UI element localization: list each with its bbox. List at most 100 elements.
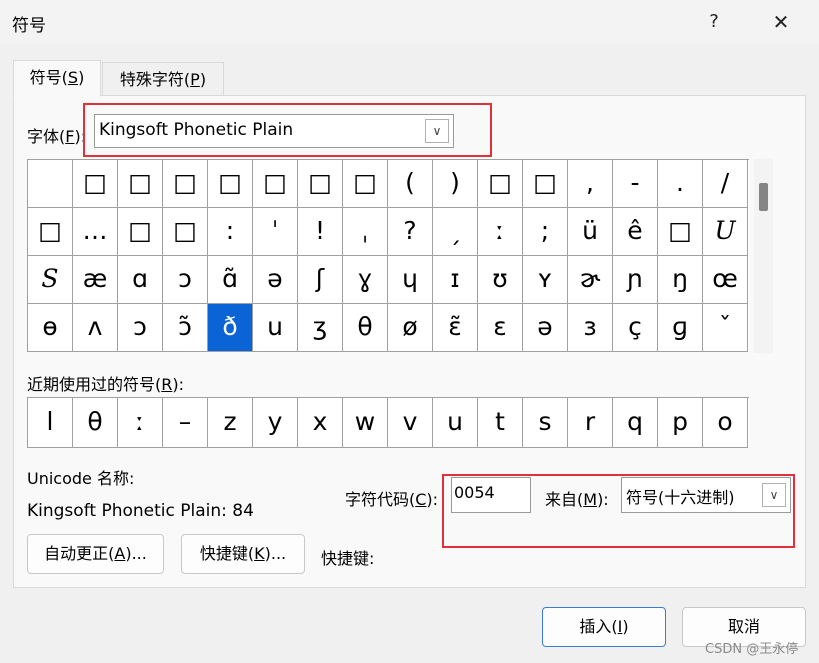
symbol-cell[interactable]: ! (298, 208, 343, 256)
recent-symbol-cell[interactable]: r (568, 398, 613, 448)
symbol-cell[interactable]: ɑ (118, 256, 163, 304)
autocorrect-button[interactable]: 自动更正(A)... (27, 534, 164, 574)
chevron-down-icon[interactable]: ∨ (425, 119, 449, 143)
symbol-cell[interactable]: ɪ (433, 256, 478, 304)
symbol-cell[interactable]: ɵ (28, 304, 73, 352)
symbol-cell[interactable]: ø (388, 304, 433, 352)
symbol-cell[interactable] (28, 160, 73, 208)
symbol-cell[interactable]: ə (523, 304, 568, 352)
symbol-cell[interactable]: , (568, 160, 613, 208)
symbol-cell[interactable]: θ (343, 304, 388, 352)
symbol-cell[interactable]: . (658, 160, 703, 208)
recent-symbol-cell[interactable]: – (163, 398, 208, 448)
chevron-down-icon[interactable]: ∨ (762, 483, 786, 507)
symbol-cell[interactable]: □ (163, 160, 208, 208)
symbol-cell[interactable]: ɛ (478, 304, 523, 352)
symbol-cell[interactable]: ɣ (343, 256, 388, 304)
symbol-cell[interactable]: œ (703, 256, 748, 304)
symbol-cell[interactable]: ɔ (118, 304, 163, 352)
symbol-cell[interactable]: □ (118, 208, 163, 256)
symbol-cell[interactable]: ð (208, 304, 253, 352)
recent-symbol-cell[interactable]: v (388, 398, 433, 448)
insert-button[interactable]: 插入(I) (542, 607, 666, 647)
symbol-cell[interactable]: □ (118, 160, 163, 208)
watermark: CSDN @王永停 (705, 642, 799, 657)
shortcut-key-button[interactable]: 快捷键(K)... (181, 534, 305, 574)
recent-symbol-cell[interactable]: w (343, 398, 388, 448)
symbol-grid-scrollbar[interactable] (754, 159, 773, 353)
symbol-cell[interactable]: ɔ (163, 256, 208, 304)
symbol-cell[interactable]: S (28, 256, 73, 304)
symbol-cell[interactable]: ʊ (478, 256, 523, 304)
symbol-cell[interactable]: ɑ̃ (208, 256, 253, 304)
recent-symbol-cell[interactable]: ː (118, 398, 163, 448)
symbol-cell[interactable]: æ (73, 256, 118, 304)
close-icon[interactable]: ✕ (766, 8, 796, 36)
symbol-cell[interactable]: □ (658, 208, 703, 256)
symbol-cell[interactable]: ˌ (343, 208, 388, 256)
recent-symbol-cell[interactable]: θ (73, 398, 118, 448)
symbol-cell[interactable]: ? (388, 208, 433, 256)
symbol-cell[interactable]: ˇ (703, 304, 748, 352)
symbol-cell[interactable]: □ (523, 160, 568, 208)
symbol-cell[interactable]: / (703, 160, 748, 208)
shortcut-label: 快捷键: (321, 549, 375, 568)
from-label: 来自(M): (545, 490, 609, 509)
symbol-cell[interactable]: □ (478, 160, 523, 208)
symbol-cell[interactable]: ʏ (523, 256, 568, 304)
font-select[interactable]: Kingsoft Phonetic Plain ∨ (94, 114, 454, 148)
recent-symbol-cell[interactable]: y (253, 398, 298, 448)
symbol-cell[interactable]: ʒ (298, 304, 343, 352)
symbol-cell[interactable]: ɛ̃ (433, 304, 478, 352)
symbol-cell[interactable]: □ (163, 208, 208, 256)
symbol-cell[interactable]: □ (28, 208, 73, 256)
symbol-cell[interactable]: ʃ (298, 256, 343, 304)
symbol-cell[interactable]: : (208, 208, 253, 256)
help-icon[interactable]: ? (700, 8, 728, 36)
symbol-cell[interactable]: ( (388, 160, 433, 208)
recent-symbol-cell[interactable]: p (658, 398, 703, 448)
symbol-cell[interactable]: ɲ (613, 256, 658, 304)
recent-symbol-cell[interactable]: q (613, 398, 658, 448)
symbol-cell[interactable]: ê (613, 208, 658, 256)
recent-symbol-cell[interactable]: s (523, 398, 568, 448)
symbol-cell[interactable]: ɚ (568, 256, 613, 304)
symbol-cell[interactable]: □ (208, 160, 253, 208)
symbol-cell[interactable]: ɜ (568, 304, 613, 352)
tab-special-characters[interactable]: 特殊字符(P) (102, 62, 224, 96)
symbol-cell[interactable]: ɡ (658, 304, 703, 352)
symbol-cell[interactable]: - (613, 160, 658, 208)
symbol-cell[interactable]: ˈ (253, 208, 298, 256)
symbol-cell[interactable]: ə (253, 256, 298, 304)
symbol-cell[interactable]: ; (523, 208, 568, 256)
recent-symbol-cell[interactable]: l (28, 398, 73, 448)
symbol-cell[interactable]: □ (343, 160, 388, 208)
symbol-cell[interactable]: ɥ (388, 256, 433, 304)
scrollbar-thumb[interactable] (759, 183, 768, 211)
recent-symbol-cell[interactable]: x (298, 398, 343, 448)
unicode-name-value: Kingsoft Phonetic Plain: 84 (27, 501, 254, 521)
symbol-cell[interactable]: U (703, 208, 748, 256)
symbol-cell[interactable]: ˏ (433, 208, 478, 256)
recent-symbol-cell[interactable]: u (433, 398, 478, 448)
tab-symbols-label: 符号( (29, 68, 68, 87)
tab-symbols[interactable]: 符号(S) (13, 60, 101, 97)
symbol-cell[interactable]: ʌ (73, 304, 118, 352)
symbol-cell[interactable]: □ (253, 160, 298, 208)
symbol-cell[interactable]: ) (433, 160, 478, 208)
symbol-cell[interactable]: □ (298, 160, 343, 208)
symbol-cell[interactable]: ü (568, 208, 613, 256)
font-label: 字体(F): (27, 127, 87, 146)
symbol-cell[interactable]: ŋ (658, 256, 703, 304)
symbol-cell[interactable]: u (253, 304, 298, 352)
symbol-cell[interactable]: … (73, 208, 118, 256)
symbol-cell[interactable]: □ (73, 160, 118, 208)
recent-symbol-cell[interactable]: z (208, 398, 253, 448)
char-code-input[interactable]: 0054 (451, 477, 531, 513)
recent-symbol-cell[interactable]: t (478, 398, 523, 448)
recent-symbol-cell[interactable]: o (703, 398, 748, 448)
from-select[interactable]: 符号(十六进制) ∨ (621, 477, 791, 513)
symbol-cell[interactable]: ç (613, 304, 658, 352)
symbol-cell[interactable]: ɔ̃ (163, 304, 208, 352)
symbol-cell[interactable]: ː (478, 208, 523, 256)
